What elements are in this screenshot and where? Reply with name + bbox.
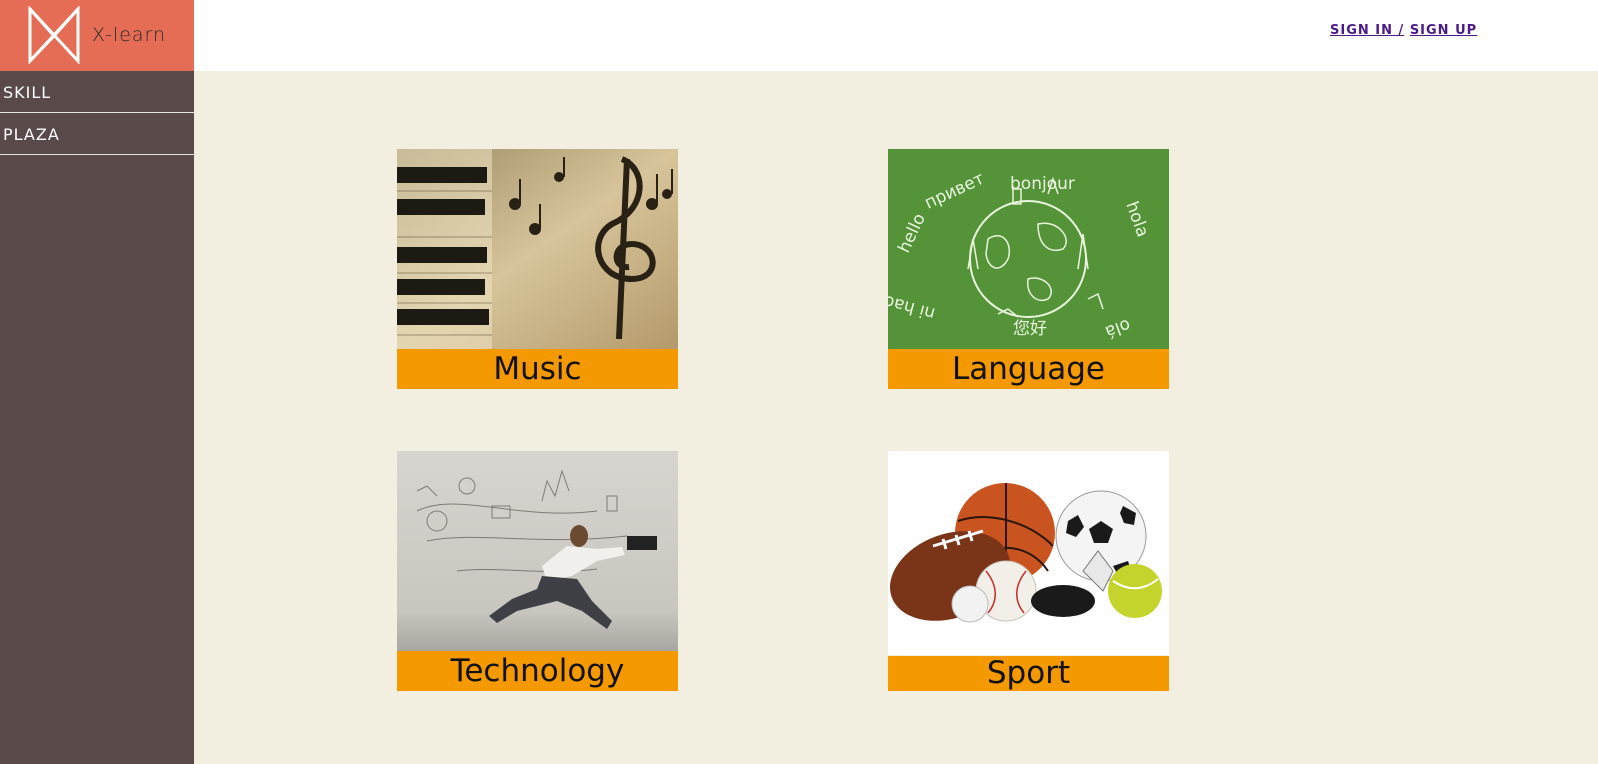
greeting-chinese: 您好 <box>1013 319 1047 339</box>
sign-up-link[interactable]: SIGN UP <box>1410 23 1477 38</box>
category-card-sport[interactable]: Sport <box>888 451 1169 691</box>
world-greetings-chalkboard-image: bonjour привет hello hola ni hao 您好 olá <box>888 149 1169 349</box>
category-label-sport: Sport <box>888 656 1169 691</box>
piano-music-notes-image <box>397 149 678 349</box>
greeting-bonjour: bonjour <box>1010 174 1075 194</box>
sign-in-link[interactable]: SIGN IN / <box>1330 23 1404 38</box>
category-label-technology: Technology <box>397 651 678 691</box>
category-card-music[interactable]: Music <box>397 149 678 389</box>
sidebar: X-learn SKILL PLAZA <box>0 0 194 764</box>
sidebar-item-plaza[interactable]: PLAZA <box>0 113 194 155</box>
header: SIGN IN / SIGN UP <box>194 0 1598 71</box>
category-label-language: Language <box>888 349 1169 389</box>
category-card-technology[interactable]: Technology <box>397 451 678 691</box>
category-label-music: Music <box>397 349 678 389</box>
brand-name: X-learn <box>92 24 167 46</box>
x-learn-logo-icon <box>28 6 80 64</box>
auth-links: SIGN IN / SIGN UP <box>1330 23 1477 38</box>
category-card-language[interactable]: bonjour привет hello hola ni hao 您好 olá … <box>888 149 1169 389</box>
logo[interactable]: X-learn <box>0 0 194 71</box>
sports-balls-image <box>888 451 1169 655</box>
sidebar-item-skill[interactable]: SKILL <box>0 71 194 113</box>
businessman-running-laptop-image <box>397 451 678 651</box>
